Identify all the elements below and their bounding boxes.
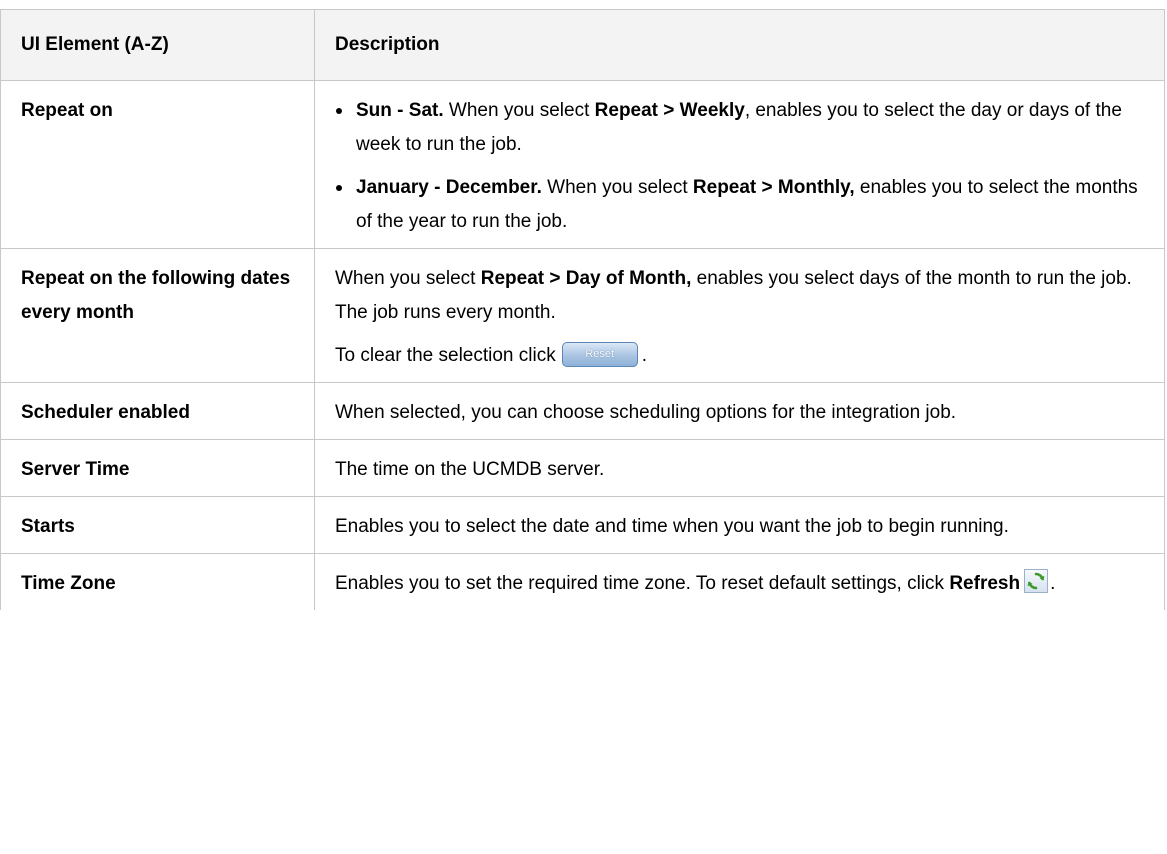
table-header-row: UI Element (A-Z) Description xyxy=(0,9,1165,81)
ui-element-name: Repeat on the following dates every mont… xyxy=(0,248,315,383)
description-paragraph: To clear the selection click Reset. xyxy=(335,339,1146,373)
bullet-dot xyxy=(336,108,342,114)
list-item: Sun - Sat. When you select Repeat > Week… xyxy=(335,94,1146,162)
bullet-dot xyxy=(336,185,342,191)
refresh-icon xyxy=(1024,568,1049,593)
table-row: Repeat on the following dates every mont… xyxy=(0,248,1165,383)
table-row: Starts Enables you to select the date an… xyxy=(0,496,1165,554)
reset-button-image: Reset xyxy=(561,341,638,367)
ui-element-description: When selected, you can choose scheduling… xyxy=(314,382,1165,440)
ui-element-description: Sun - Sat. When you select Repeat > Week… xyxy=(314,80,1165,249)
table-row: Server Time The time on the UCMDB server… xyxy=(0,439,1165,497)
bullet-list: Sun - Sat. When you select Repeat > Week… xyxy=(335,94,1146,239)
ui-element-description: When you select Repeat > Day of Month, e… xyxy=(314,248,1165,383)
ui-element-name: Server Time xyxy=(0,439,315,497)
table-row: Scheduler enabled When selected, you can… xyxy=(0,382,1165,440)
column-header-ui-element: UI Element (A-Z) xyxy=(0,9,315,81)
ui-element-description: The time on the UCMDB server. xyxy=(314,439,1165,497)
ui-element-description: Enables you to select the date and time … xyxy=(314,496,1165,554)
ui-element-name: Time Zone xyxy=(0,553,315,610)
description-paragraph: When you select Repeat > Day of Month, e… xyxy=(335,268,1132,323)
ui-element-description: Enables you to set the required time zon… xyxy=(314,553,1165,610)
column-header-description: Description xyxy=(314,9,1165,81)
ui-element-name: Starts xyxy=(0,496,315,554)
table-row: Time Zone Enables you to set the require… xyxy=(0,553,1165,610)
ui-elements-table: UI Element (A-Z) Description Repeat on S… xyxy=(0,9,1165,610)
ui-element-name: Scheduler enabled xyxy=(0,382,315,440)
ui-element-name: Repeat on xyxy=(0,80,315,249)
table-row: Repeat on Sun - Sat. When you select Rep… xyxy=(0,80,1165,249)
list-item: January - December. When you select Repe… xyxy=(335,171,1146,239)
